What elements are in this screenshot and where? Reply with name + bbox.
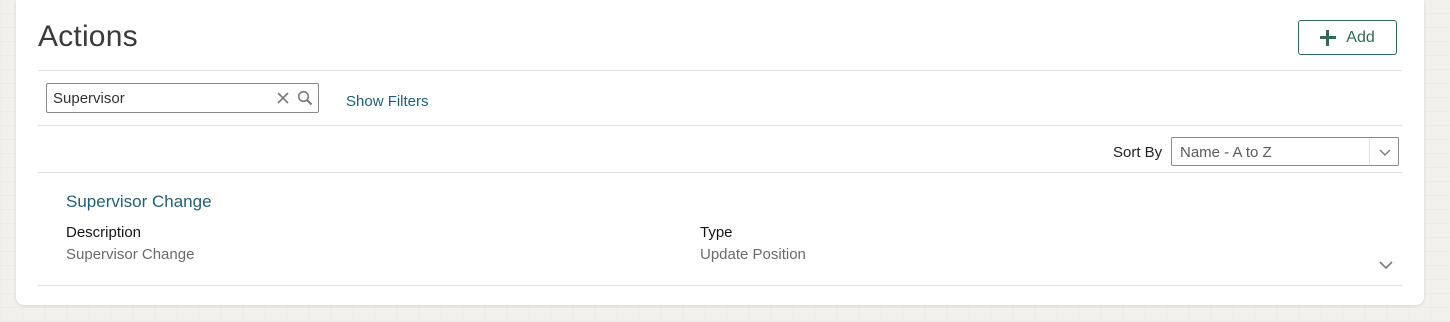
actions-panel: Actions Add Show Filters Sort By Name - … [16, 0, 1424, 305]
chevron-down-icon[interactable] [1378, 258, 1394, 272]
sort-select-value: Name - A to Z [1180, 144, 1272, 161]
type-value: Update Position [700, 246, 806, 263]
description-value: Supervisor Change [66, 246, 195, 263]
close-icon[interactable] [276, 91, 290, 105]
sort-by-label: Sort By [1113, 144, 1163, 161]
divider [38, 285, 1402, 286]
divider [38, 70, 1402, 71]
search-input[interactable] [53, 88, 263, 108]
page-title: Actions [38, 20, 138, 53]
add-button[interactable]: Add [1298, 20, 1397, 55]
chevron-down-icon [1379, 149, 1391, 156]
type-label: Type [700, 224, 733, 241]
result-title-link[interactable]: Supervisor Change [66, 192, 212, 212]
select-divider [1369, 138, 1370, 165]
add-button-label: Add [1346, 28, 1375, 46]
search-icon[interactable] [297, 90, 313, 106]
show-filters-link[interactable]: Show Filters [346, 93, 429, 110]
plus-icon [1320, 29, 1337, 46]
search-box [46, 83, 319, 113]
sort-select[interactable]: Name - A to Z [1171, 137, 1399, 166]
divider [38, 172, 1402, 173]
description-label: Description [66, 224, 142, 241]
divider [38, 125, 1402, 126]
